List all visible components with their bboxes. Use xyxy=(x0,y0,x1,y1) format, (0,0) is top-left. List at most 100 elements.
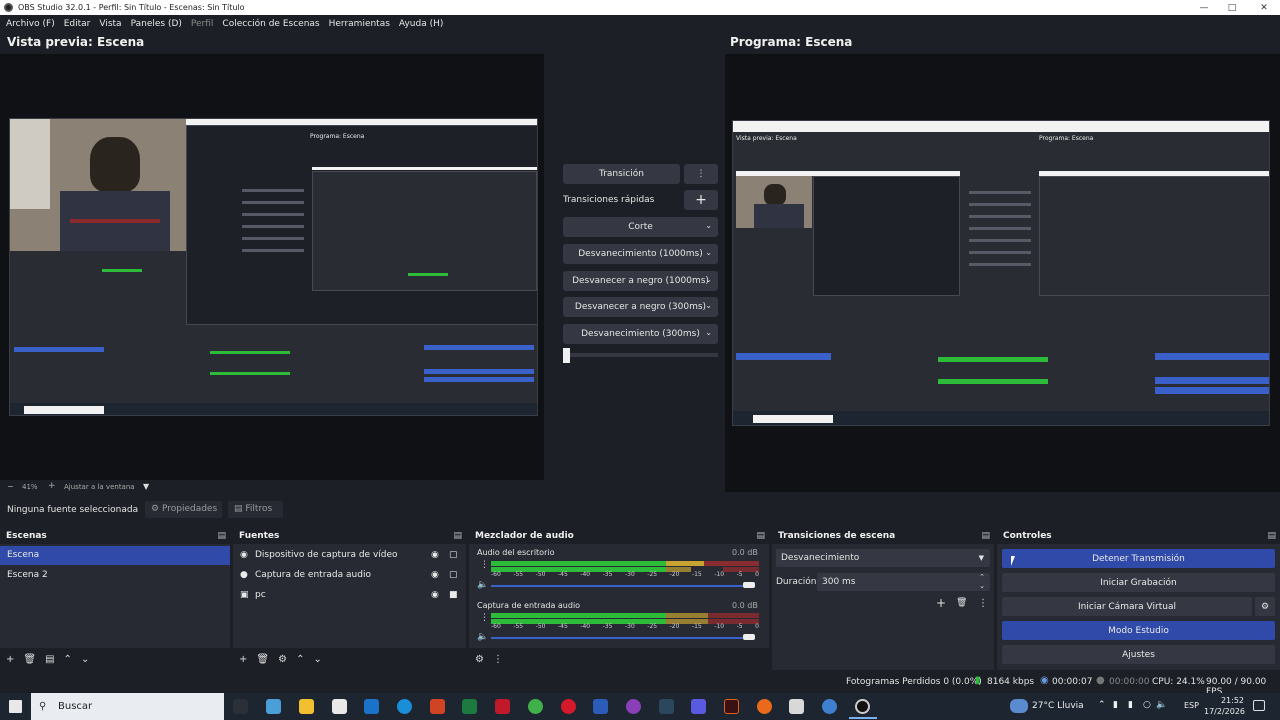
add-icon[interactable]: + xyxy=(239,654,247,665)
virtual-camera-button[interactable]: Iniciar Cámara Virtual xyxy=(1002,597,1252,616)
lock-icon[interactable]: ▢ xyxy=(449,566,458,585)
quick-transition-item[interactable]: Desvanecimiento (300ms) ⌄ xyxy=(563,324,718,344)
source-item[interactable]: ▣ pc ◉ ■ xyxy=(233,586,466,605)
dock-float-icon[interactable]: ▤ xyxy=(756,528,765,544)
settings-button[interactable]: Ajustes xyxy=(1002,645,1275,664)
volume-slider-handle[interactable] xyxy=(743,634,755,640)
lock-icon[interactable]: ▢ xyxy=(449,546,458,565)
chrome-icon[interactable] xyxy=(528,699,543,714)
volume-slider[interactable] xyxy=(491,637,753,639)
task-view-icon[interactable] xyxy=(233,699,248,714)
wifi-icon[interactable]: ○ xyxy=(1143,700,1151,710)
add-icon[interactable]: + xyxy=(936,596,946,610)
menu-editar[interactable]: Editar xyxy=(64,19,91,29)
edge-icon[interactable] xyxy=(397,699,412,714)
store-icon[interactable] xyxy=(332,699,347,714)
app-icon[interactable] xyxy=(626,699,641,714)
quick-transition-item[interactable]: Corte ⌄ xyxy=(563,217,718,237)
excel-icon[interactable] xyxy=(462,699,477,714)
clock-time[interactable]: 21:52 xyxy=(1214,696,1244,705)
dock-float-icon[interactable]: ▤ xyxy=(453,528,462,544)
file-explorer-icon[interactable] xyxy=(299,699,314,714)
virtual-camera-settings-icon[interactable]: ⚙ xyxy=(1255,597,1275,616)
properties-button[interactable]: ⚙ Propiedades xyxy=(145,501,222,518)
start-recording-button[interactable]: Iniciar Grabación xyxy=(1002,573,1275,592)
channel-menu-icon[interactable]: ⋮ xyxy=(480,560,489,570)
source-item[interactable]: ● Captura de entrada audio ◉ ▢ xyxy=(233,566,466,585)
scene-item[interactable]: Escena 2 xyxy=(0,566,230,585)
weather-icon[interactable] xyxy=(1010,699,1028,713)
zoom-minus-icon[interactable]: − xyxy=(7,482,14,491)
volume-slider-handle[interactable] xyxy=(743,582,755,588)
add-icon[interactable]: + xyxy=(6,654,14,665)
transition-select[interactable]: Desvanecimiento ▼ xyxy=(776,549,990,567)
volume-slider[interactable] xyxy=(491,585,753,587)
speaker-icon[interactable]: 🔈 xyxy=(477,580,488,590)
volume-icon[interactable]: 🔈 xyxy=(1156,700,1167,710)
eye-icon[interactable]: ◉ xyxy=(431,586,439,605)
quick-transition-item[interactable]: Desvanecimiento (1000ms) ⌄ xyxy=(563,244,718,264)
chrome-profile-icon[interactable] xyxy=(822,699,837,714)
trash-icon[interactable]: 🗑 xyxy=(956,598,967,608)
transition-button[interactable]: Transición xyxy=(563,164,680,184)
eye-icon[interactable]: ◉ xyxy=(431,546,439,565)
tray-chevron-icon[interactable]: ⌃ xyxy=(1098,700,1106,710)
eye-icon[interactable]: ◉ xyxy=(431,566,439,585)
opera-icon[interactable] xyxy=(561,699,576,714)
weather-text[interactable]: 27°C Lluvia xyxy=(1032,701,1084,711)
filters-button[interactable]: ▤ Filtros xyxy=(228,501,283,518)
close-button[interactable]: ✕ xyxy=(1248,0,1280,15)
transition-slider-handle[interactable] xyxy=(563,348,570,363)
menu-paneles[interactable]: Paneles (D) xyxy=(131,19,182,29)
dock-float-icon[interactable]: ▤ xyxy=(981,528,990,544)
windows-start-icon[interactable] xyxy=(9,700,22,713)
add-quick-transition-icon[interactable]: + xyxy=(684,190,718,210)
move-up-icon[interactable]: ⌃ xyxy=(64,654,72,665)
trash-icon[interactable]: 🗑 xyxy=(256,654,269,665)
gear-icon[interactable]: ⚙ xyxy=(278,654,287,665)
menu-ayuda[interactable]: Ayuda (H) xyxy=(399,19,443,29)
app-icon[interactable] xyxy=(691,699,706,714)
menu-perfil[interactable]: Perfil xyxy=(191,19,214,29)
quick-transition-item[interactable]: Desvanecer a negro (300ms) ⌄ xyxy=(563,297,718,317)
tray-app-icon[interactable]: ▮ xyxy=(1113,700,1118,710)
source-item[interactable]: ◉ Dispositivo de captura de vídeo ◉ ▢ xyxy=(233,546,466,565)
move-down-icon[interactable]: ⌄ xyxy=(313,654,321,665)
steam-icon[interactable] xyxy=(659,699,674,714)
pdf-reader-icon[interactable] xyxy=(495,699,510,714)
menu-herramientas[interactable]: Herramientas xyxy=(329,19,390,29)
channel-menu-icon[interactable]: ⋮ xyxy=(480,613,489,623)
outlook-icon[interactable] xyxy=(364,699,379,714)
move-down-icon[interactable]: ⌄ xyxy=(81,654,89,665)
lock-icon[interactable]: ■ xyxy=(449,586,458,605)
trash-icon[interactable]: 🗑 xyxy=(23,654,36,665)
transition-slider[interactable] xyxy=(563,353,718,357)
search-box[interactable]: ⚲ Buscar xyxy=(31,693,224,720)
menu-vista[interactable]: Vista xyxy=(99,19,121,29)
stop-stream-button[interactable]: Detener Transmisión xyxy=(1002,549,1275,568)
maximize-button[interactable]: □ xyxy=(1216,0,1248,15)
menu-archivo[interactable]: Archivo (F) xyxy=(6,19,55,29)
mixer-menu-icon[interactable]: ⋮ xyxy=(493,654,503,665)
zoom-plus-icon[interactable]: + xyxy=(48,481,56,491)
scene-item[interactable]: Escena xyxy=(0,546,230,565)
firefox-icon[interactable] xyxy=(757,699,772,714)
word-icon[interactable] xyxy=(593,699,608,714)
language-indicator[interactable]: ESP xyxy=(1184,701,1199,710)
studio-mode-button[interactable]: Modo Estudio xyxy=(1002,621,1275,640)
app-icon[interactable] xyxy=(266,699,281,714)
clock-date[interactable]: 17/2/2026 xyxy=(1204,707,1245,716)
powerpoint-icon[interactable] xyxy=(430,699,445,714)
preview-source-image[interactable]: Programa: Escena xyxy=(9,118,538,416)
app-icon[interactable] xyxy=(789,699,804,714)
illustrator-icon[interactable] xyxy=(724,699,739,714)
mixer-settings-icon[interactable]: ⚙ xyxy=(475,654,484,665)
speaker-icon[interactable]: 🔈 xyxy=(477,632,488,642)
notification-icon[interactable] xyxy=(1253,700,1265,711)
duration-spinbox[interactable]: 300 ms ⌃ ⌄ xyxy=(817,573,990,591)
dock-float-icon[interactable]: ▤ xyxy=(1267,528,1276,544)
transition-menu-icon[interactable]: ⋮ xyxy=(978,598,988,609)
obs-taskbar-icon[interactable] xyxy=(855,699,870,714)
menu-coleccion-escenas[interactable]: Colección de Escenas xyxy=(222,19,319,29)
fit-window-label[interactable]: Ajustar a la ventana xyxy=(64,483,135,491)
